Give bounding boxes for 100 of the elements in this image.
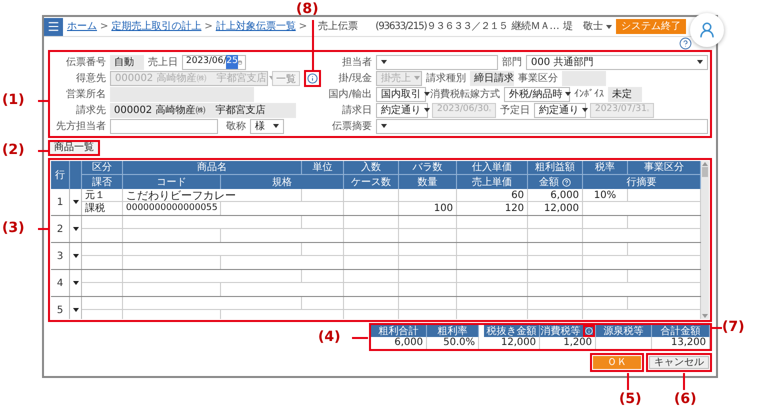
table-cell: 6,000 bbox=[371, 337, 427, 349]
caret-icon bbox=[72, 227, 78, 231]
table-cell: 13,200 bbox=[652, 337, 710, 349]
table-cell bbox=[399, 189, 457, 202]
table-cell bbox=[457, 297, 528, 310]
table-cell bbox=[399, 243, 457, 256]
callout-label: (6) bbox=[674, 390, 697, 408]
table-cell bbox=[528, 297, 583, 310]
table-cell bbox=[583, 297, 628, 310]
user-menu[interactable]: 堤 敬士 bbox=[563, 19, 612, 34]
table-cell: 0000000000000055 bbox=[123, 202, 221, 215]
caret-icon bbox=[424, 92, 430, 96]
row-number: 1 bbox=[51, 189, 70, 215]
caret-icon bbox=[72, 281, 78, 285]
table-cell bbox=[399, 216, 457, 229]
table-cell bbox=[344, 189, 399, 202]
dropdown[interactable]: 約定通り bbox=[376, 102, 428, 118]
breadcrumb-link[interactable]: 定期売上取引の計上 bbox=[111, 19, 202, 34]
table-cell: 12,000 bbox=[484, 337, 540, 349]
field-label: 得意先 bbox=[75, 72, 106, 86]
caret-icon bbox=[381, 60, 387, 64]
caret-icon bbox=[414, 76, 420, 80]
row-menu-button[interactable] bbox=[72, 198, 80, 206]
table-cell bbox=[302, 189, 344, 202]
table-cell bbox=[344, 297, 399, 310]
table-cell bbox=[302, 216, 344, 229]
info-icon[interactable] bbox=[307, 72, 318, 84]
dropdown[interactable]: 外税/納品時 bbox=[504, 86, 570, 102]
caret-icon bbox=[565, 92, 572, 96]
table-cell bbox=[82, 297, 123, 310]
row-number: 4 bbox=[51, 270, 70, 296]
field-label: 先方担当者 bbox=[55, 120, 106, 134]
callout-label: (7) bbox=[722, 318, 745, 336]
callout-label: (3) bbox=[2, 219, 25, 237]
row-menu-button[interactable] bbox=[72, 252, 80, 260]
callout-label: (4) bbox=[318, 328, 341, 346]
field-label: 請求日 bbox=[341, 104, 372, 118]
callout-label: (2) bbox=[2, 141, 25, 159]
table-cell bbox=[457, 270, 528, 283]
row-menu-button[interactable] bbox=[72, 279, 80, 287]
caret-icon bbox=[697, 60, 703, 64]
field-label: 部門 bbox=[502, 56, 522, 70]
table-cell bbox=[528, 243, 583, 256]
field-label: 請求種別 bbox=[426, 72, 466, 86]
date-field[interactable]: 2023/06/25 bbox=[182, 54, 246, 70]
readonly-field: 000002 高崎物産㈱ 宇都宮支店 bbox=[110, 102, 296, 118]
menu-button[interactable] bbox=[44, 18, 63, 36]
field-label: ｲﾝﾎﾞｲｽ bbox=[574, 88, 604, 102]
table-cell bbox=[82, 270, 123, 283]
column-header: 単位 bbox=[302, 161, 344, 175]
product-list-button[interactable]: 商品一覧 bbox=[50, 142, 98, 154]
readonly-field: 自動 bbox=[110, 54, 144, 70]
column-header: 仕入単価 bbox=[457, 161, 528, 175]
header-label: コード bbox=[156, 176, 186, 190]
assistant-avatar[interactable] bbox=[690, 13, 724, 47]
table-cell bbox=[528, 270, 583, 283]
table-cell bbox=[528, 216, 583, 229]
field-label: 担当者 bbox=[341, 56, 372, 70]
column-header: 商品名 bbox=[123, 161, 302, 175]
breadcrumb-separator: > bbox=[298, 20, 308, 34]
table-cell bbox=[457, 216, 528, 229]
row-menu-button[interactable] bbox=[72, 225, 80, 233]
field-label: 伝票番号 bbox=[65, 56, 106, 70]
row-number: 3 bbox=[51, 243, 70, 269]
row-menu-button[interactable] bbox=[72, 306, 80, 314]
table-cell bbox=[344, 216, 399, 229]
field-label: 請求先 bbox=[75, 104, 106, 118]
column-header: 粗利益額 bbox=[528, 161, 583, 175]
breadcrumb-link[interactable]: 計上対象伝票一覧 bbox=[216, 19, 296, 34]
table-cell: 100 bbox=[399, 202, 457, 215]
table-cell bbox=[344, 270, 399, 283]
table-cell: こだわりビーフカレー bbox=[123, 189, 302, 202]
company-name: 継続ＭＡ… bbox=[512, 20, 559, 34]
readonly-field: 未定 bbox=[608, 86, 642, 102]
caret-icon bbox=[424, 108, 430, 112]
caret-icon bbox=[72, 308, 78, 312]
help-icon[interactable] bbox=[679, 37, 692, 50]
header-label: 粗利率 bbox=[438, 324, 468, 338]
header-label: 売上単価 bbox=[472, 176, 512, 190]
field-label: 伝票摘要 bbox=[331, 120, 372, 134]
header-label: ケース数 bbox=[351, 176, 391, 190]
table-cell: 60 bbox=[457, 189, 528, 202]
row-number: 2 bbox=[51, 216, 70, 242]
caret-icon bbox=[606, 24, 612, 28]
dropdown[interactable]: 約定通り bbox=[534, 102, 586, 118]
table-cell bbox=[82, 243, 123, 256]
dropdown[interactable]: 様 bbox=[250, 118, 284, 134]
table-cell: 12,000 bbox=[528, 202, 583, 215]
table-cell bbox=[583, 270, 628, 283]
scrollbar[interactable] bbox=[701, 161, 709, 319]
readonly-field: 締日請求 bbox=[470, 70, 514, 86]
header-label: 税抜き金額 bbox=[486, 324, 536, 338]
dropdown[interactable]: 000 共通部門 bbox=[526, 54, 708, 70]
header-label: 行摘要 bbox=[626, 176, 656, 190]
cancel-button[interactable]: キャンセル bbox=[649, 356, 709, 369]
callout-label: (8) bbox=[296, 0, 319, 18]
breadcrumb-link[interactable]: ホーム bbox=[67, 19, 97, 34]
contact-input[interactable] bbox=[110, 118, 218, 134]
scroll-thumb[interactable] bbox=[702, 167, 708, 177]
header-label: 金額 bbox=[539, 176, 559, 190]
